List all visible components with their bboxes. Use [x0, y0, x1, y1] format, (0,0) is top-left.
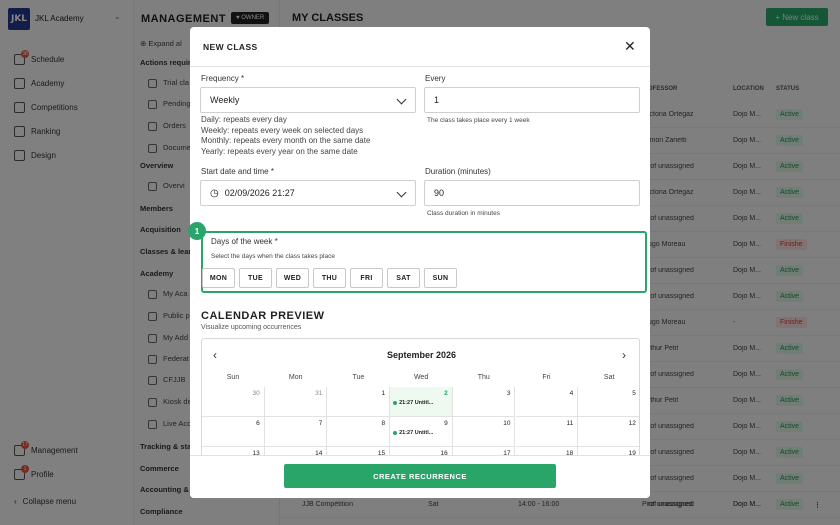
next-month-icon[interactable]: › [622, 348, 626, 362]
calendar-preview: ‹ September 2026 › Sun Mon Tue Wed Thu Fri Sat… [201, 338, 640, 455]
calendar-day[interactable]: 5 [578, 387, 639, 417]
days-label: Days of the week * [211, 237, 278, 246]
day-number: 3 [506, 390, 511, 397]
start-date-picker[interactable]: ◷ 02/09/2026 21:27 [200, 180, 416, 206]
day-toggle-thu[interactable]: THU [313, 268, 346, 288]
weekday-header: Mon [288, 374, 303, 381]
weekday-header: Fri [542, 374, 551, 381]
calendar-day[interactable]: 13 [202, 447, 265, 455]
calendar-day[interactable]: 15 [327, 447, 391, 455]
calendar-day[interactable]: 6 [202, 417, 265, 447]
calendar-day[interactable]: 16 [390, 447, 453, 455]
calendar-day[interactable]: 9 21:27 Untitl... [390, 417, 453, 447]
day-toggle-mon[interactable]: MON [202, 268, 235, 288]
calendar-day[interactable]: 18 [516, 447, 579, 455]
day-number: 4 [569, 390, 574, 397]
modal-body: Frequency * Weekly Every 1 The class tak… [190, 68, 650, 455]
event-dot-icon [393, 400, 398, 405]
days-of-week-section: Days of the week * Select the days when … [201, 231, 647, 293]
calendar-day[interactable]: 14 [265, 447, 328, 455]
weekday-header: Sat [603, 374, 615, 381]
frequency-help: Daily: repeats every day Weekly: repeats… [201, 115, 371, 156]
calendar-day[interactable]: 31 [264, 387, 328, 417]
event-dot-icon [393, 430, 398, 435]
day-number: 1 [381, 390, 386, 397]
day-toggle-sun[interactable]: SUN [424, 268, 457, 288]
calendar-day[interactable]: 8 [327, 417, 391, 447]
calendar-preview-subtitle: Visualize upcoming occurrences [201, 324, 302, 331]
calendar-month: September 2026 [386, 350, 457, 360]
calendar-day[interactable]: 1 [327, 387, 391, 417]
day-toggle-wed[interactable]: WED [276, 268, 309, 288]
calendar-day[interactable]: 12 [578, 417, 639, 447]
weekday-header: Sun [226, 374, 240, 381]
day-number: 2 [444, 390, 448, 397]
new-class-modal: NEW CLASS ✕ Frequency * Weekly Every 1 T… [190, 27, 650, 498]
duration-help: Class duration in minutes [427, 210, 500, 217]
create-recurrence-button[interactable]: CREATE RECURRENCE [284, 464, 556, 488]
frequency-select[interactable]: Weekly [200, 87, 416, 113]
calendar-event[interactable]: 21:27 Untitl... [393, 400, 433, 406]
close-icon[interactable]: ✕ [624, 38, 636, 55]
duration-label: Duration (minutes) [425, 167, 491, 176]
chevron-down-icon [396, 187, 407, 198]
calendar-day[interactable]: 17 [453, 447, 516, 455]
weekday-header: Thu [477, 374, 490, 381]
day-number: 9 [444, 420, 448, 427]
calendar-day[interactable]: 19 [578, 447, 639, 455]
modal-header: NEW CLASS ✕ [190, 27, 650, 67]
every-help: The class takes place every 1 week [427, 117, 530, 124]
day-number: 7 [318, 420, 323, 427]
start-label: Start date and time * [201, 167, 274, 176]
day-number: 8 [381, 420, 386, 427]
day-toggle-fri[interactable]: FRI [350, 268, 383, 288]
day-toggle-sat[interactable]: SAT [387, 268, 420, 288]
calendar-day[interactable]: 7 [264, 417, 328, 447]
calendar-day[interactable]: 2 21:27 Untitl... [390, 387, 453, 417]
days-help: Select the days when the class takes pla… [211, 253, 335, 260]
day-number: 6 [256, 420, 260, 427]
day-number: 11 [566, 420, 574, 427]
day-number: 5 [632, 390, 636, 397]
event-label: 21:27 Untitl... [399, 430, 434, 436]
calendar-day[interactable]: 3 [452, 387, 516, 417]
duration-input[interactable]: 90 [424, 180, 640, 206]
calendar-event[interactable]: 21:27 Untitl... [393, 430, 433, 436]
day-toggle-tue[interactable]: TUE [239, 268, 272, 288]
frequency-label: Frequency * [201, 74, 245, 83]
every-label: Every [425, 74, 446, 83]
calendar-day[interactable]: 10 [452, 417, 516, 447]
calendar-day[interactable]: 11 [515, 417, 579, 447]
modal-title: NEW CLASS [203, 42, 258, 52]
step-badge: 1 [188, 222, 206, 240]
weekday-header: Tue [352, 374, 365, 381]
event-label: 21:27 Untitl... [399, 400, 434, 406]
every-input[interactable]: 1 [424, 87, 640, 113]
day-number: 10 [503, 420, 511, 427]
weekday-header: Wed [413, 374, 429, 381]
modal-footer: CREATE RECURRENCE [190, 455, 650, 498]
chevron-down-icon [396, 94, 407, 105]
calendar-preview-title: CALENDAR PREVIEW [201, 310, 325, 322]
day-number: 12 [628, 420, 636, 427]
calendar-day[interactable]: 4 [515, 387, 579, 417]
calendar-day[interactable]: 30 [202, 387, 265, 417]
clock-icon: ◷ [210, 187, 219, 199]
day-number: 30 [252, 390, 260, 397]
day-number: 31 [315, 390, 323, 397]
